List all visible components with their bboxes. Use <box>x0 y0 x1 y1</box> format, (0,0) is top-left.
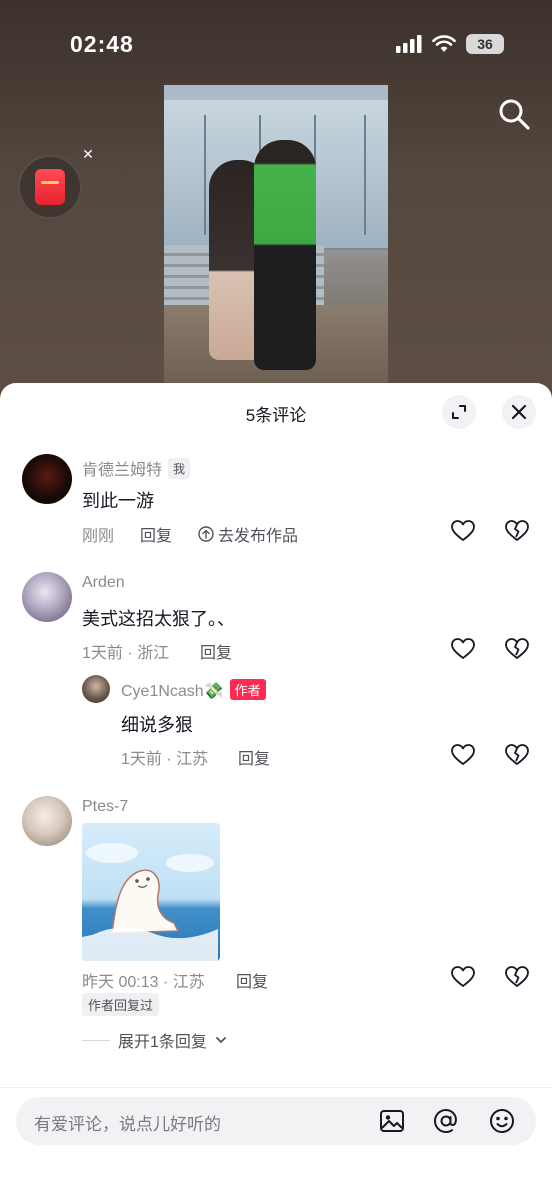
like-heart-icon[interactable] <box>450 742 476 768</box>
expand-replies-button[interactable]: 展开1条回复 <box>82 1028 227 1052</box>
reply-button[interactable]: 回复 <box>238 745 270 769</box>
comment-sticker-image[interactable] <box>82 823 220 961</box>
status-bar: 02:48 36 <box>0 0 552 90</box>
expand-icon <box>452 405 466 419</box>
battery-icon: 36 <box>466 34 504 54</box>
me-badge: 我 <box>168 458 191 479</box>
search-icon[interactable] <box>496 96 532 132</box>
post-image[interactable] <box>164 85 388 385</box>
reply-button[interactable]: 回复 <box>200 639 232 663</box>
publish-work-label: 去发布作品 <box>218 528 299 545</box>
comment-time-location: 1天前 · 浙江 <box>82 645 170 662</box>
dislike-broken-heart-icon[interactable] <box>504 636 530 662</box>
seal-sticker-illustration <box>82 843 218 961</box>
like-heart-icon[interactable] <box>450 518 476 544</box>
upload-circle-icon <box>198 526 214 542</box>
author-badge: 作者 <box>229 679 266 700</box>
red-envelope-icon <box>35 169 65 205</box>
comment-username[interactable]: Ptes-7 <box>82 798 128 816</box>
mention-at-icon[interactable] <box>432 1107 460 1135</box>
expand-divider <box>82 1039 110 1041</box>
avatar[interactable] <box>22 572 72 622</box>
comment-text: 到此一游 <box>82 491 154 511</box>
image-icon[interactable] <box>378 1107 406 1135</box>
expand-button[interactable] <box>442 395 476 429</box>
comment-input[interactable]: 有爱评论，说点儿好听的 <box>34 1110 221 1135</box>
dislike-broken-heart-icon[interactable] <box>504 964 530 990</box>
publish-work-link[interactable]: 去发布作品 <box>198 522 298 546</box>
emoji-icon[interactable] <box>488 1107 516 1135</box>
reply-button[interactable]: 回复 <box>236 968 268 992</box>
dislike-broken-heart-icon[interactable] <box>504 742 530 768</box>
sub-reply-time-location: 1天前 · 江苏 <box>121 751 209 768</box>
comment-username-row: 肯德兰姆特我 <box>82 456 191 480</box>
comment-text: 美式这招太狠了。、 <box>82 609 235 629</box>
comment-time-location: 昨天 00:13 · 江苏 <box>82 974 205 991</box>
dislike-broken-heart-icon[interactable] <box>504 518 530 544</box>
comment-time: 刚刚 <box>82 528 115 545</box>
video-background[interactable]: 02:48 36 ✕ <box>0 0 552 400</box>
wifi-icon <box>432 35 456 52</box>
author-replied-tag: 作者回复过 <box>82 993 160 1016</box>
chevron-down-icon <box>216 1037 226 1043</box>
close-red-envelope-icon[interactable]: ✕ <box>78 144 98 164</box>
sub-reply-text: 细说多狠 <box>121 715 193 735</box>
status-time: 02:48 <box>70 31 134 57</box>
comments-header: 5条评论 <box>0 383 552 441</box>
avatar[interactable] <box>22 454 72 504</box>
status-icons: 36 <box>396 34 504 54</box>
avatar[interactable] <box>22 796 72 846</box>
avatar[interactable] <box>82 675 110 703</box>
input-divider <box>0 1087 552 1088</box>
like-heart-icon[interactable] <box>450 636 476 662</box>
expand-replies-label: 展开1条回复 <box>118 1034 207 1051</box>
cellular-signal-icon <box>396 35 422 53</box>
comment-username[interactable]: Arden <box>82 574 125 592</box>
comment-username[interactable]: 肯德兰姆特 <box>82 462 162 479</box>
close-button[interactable] <box>502 395 536 429</box>
comment-input-bar[interactable]: 有爱评论，说点儿好听的 <box>16 1097 536 1145</box>
like-heart-icon[interactable] <box>450 964 476 990</box>
sub-reply-username-row: Cye1Ncash💸 作者 <box>121 679 266 701</box>
close-icon <box>511 404 527 420</box>
reply-button[interactable]: 回复 <box>140 522 172 546</box>
sub-reply-username[interactable]: Cye1Ncash💸 <box>121 683 224 700</box>
red-envelope-button[interactable] <box>18 155 82 219</box>
